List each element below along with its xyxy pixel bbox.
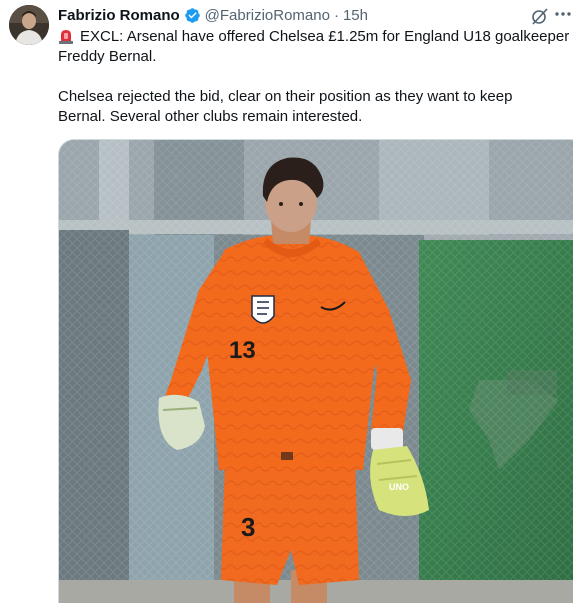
shorts-number: 3 — [241, 512, 255, 542]
tweet-text: EXCL: Arsenal have offered Chelsea £1.25… — [58, 27, 573, 127]
grok-icon[interactable] — [530, 6, 550, 26]
separator-dot: · — [333, 6, 339, 24]
timestamp[interactable]: 15h — [343, 7, 368, 24]
tweet[interactable]: Fabrizio Romano @FabrizioRomano · 15h EX… — [0, 0, 573, 603]
tweet-text-line-3: Chelsea rejected the bid, clear on their… — [58, 88, 513, 105]
glove-brand-text: UNO — [389, 482, 409, 492]
author-name[interactable]: Fabrizio Romano — [58, 7, 180, 24]
shirt-number: 13 — [229, 337, 256, 364]
more-options-icon[interactable] — [553, 4, 573, 24]
avatar[interactable] — [9, 5, 49, 45]
tweet-header: Fabrizio Romano @FabrizioRomano · 15h — [58, 5, 368, 25]
tweet-text-line-1: EXCL: Arsenal have offered Chelsea £1.25… — [58, 27, 573, 47]
tweet-text-line-2: Freddy Bernal. — [58, 48, 157, 65]
tweet-text-line-4: Bernal. Several other clubs remain inter… — [58, 108, 363, 125]
verified-badge-icon — [184, 7, 201, 24]
author-handle[interactable]: @FabrizioRomano — [205, 7, 330, 24]
siren-emoji-icon — [58, 28, 74, 44]
tweet-photo[interactable]: 3 UNO 13 — [58, 139, 573, 603]
tweet-text-line-1-text: EXCL: Arsenal have offered Chelsea £1.25… — [80, 28, 570, 45]
